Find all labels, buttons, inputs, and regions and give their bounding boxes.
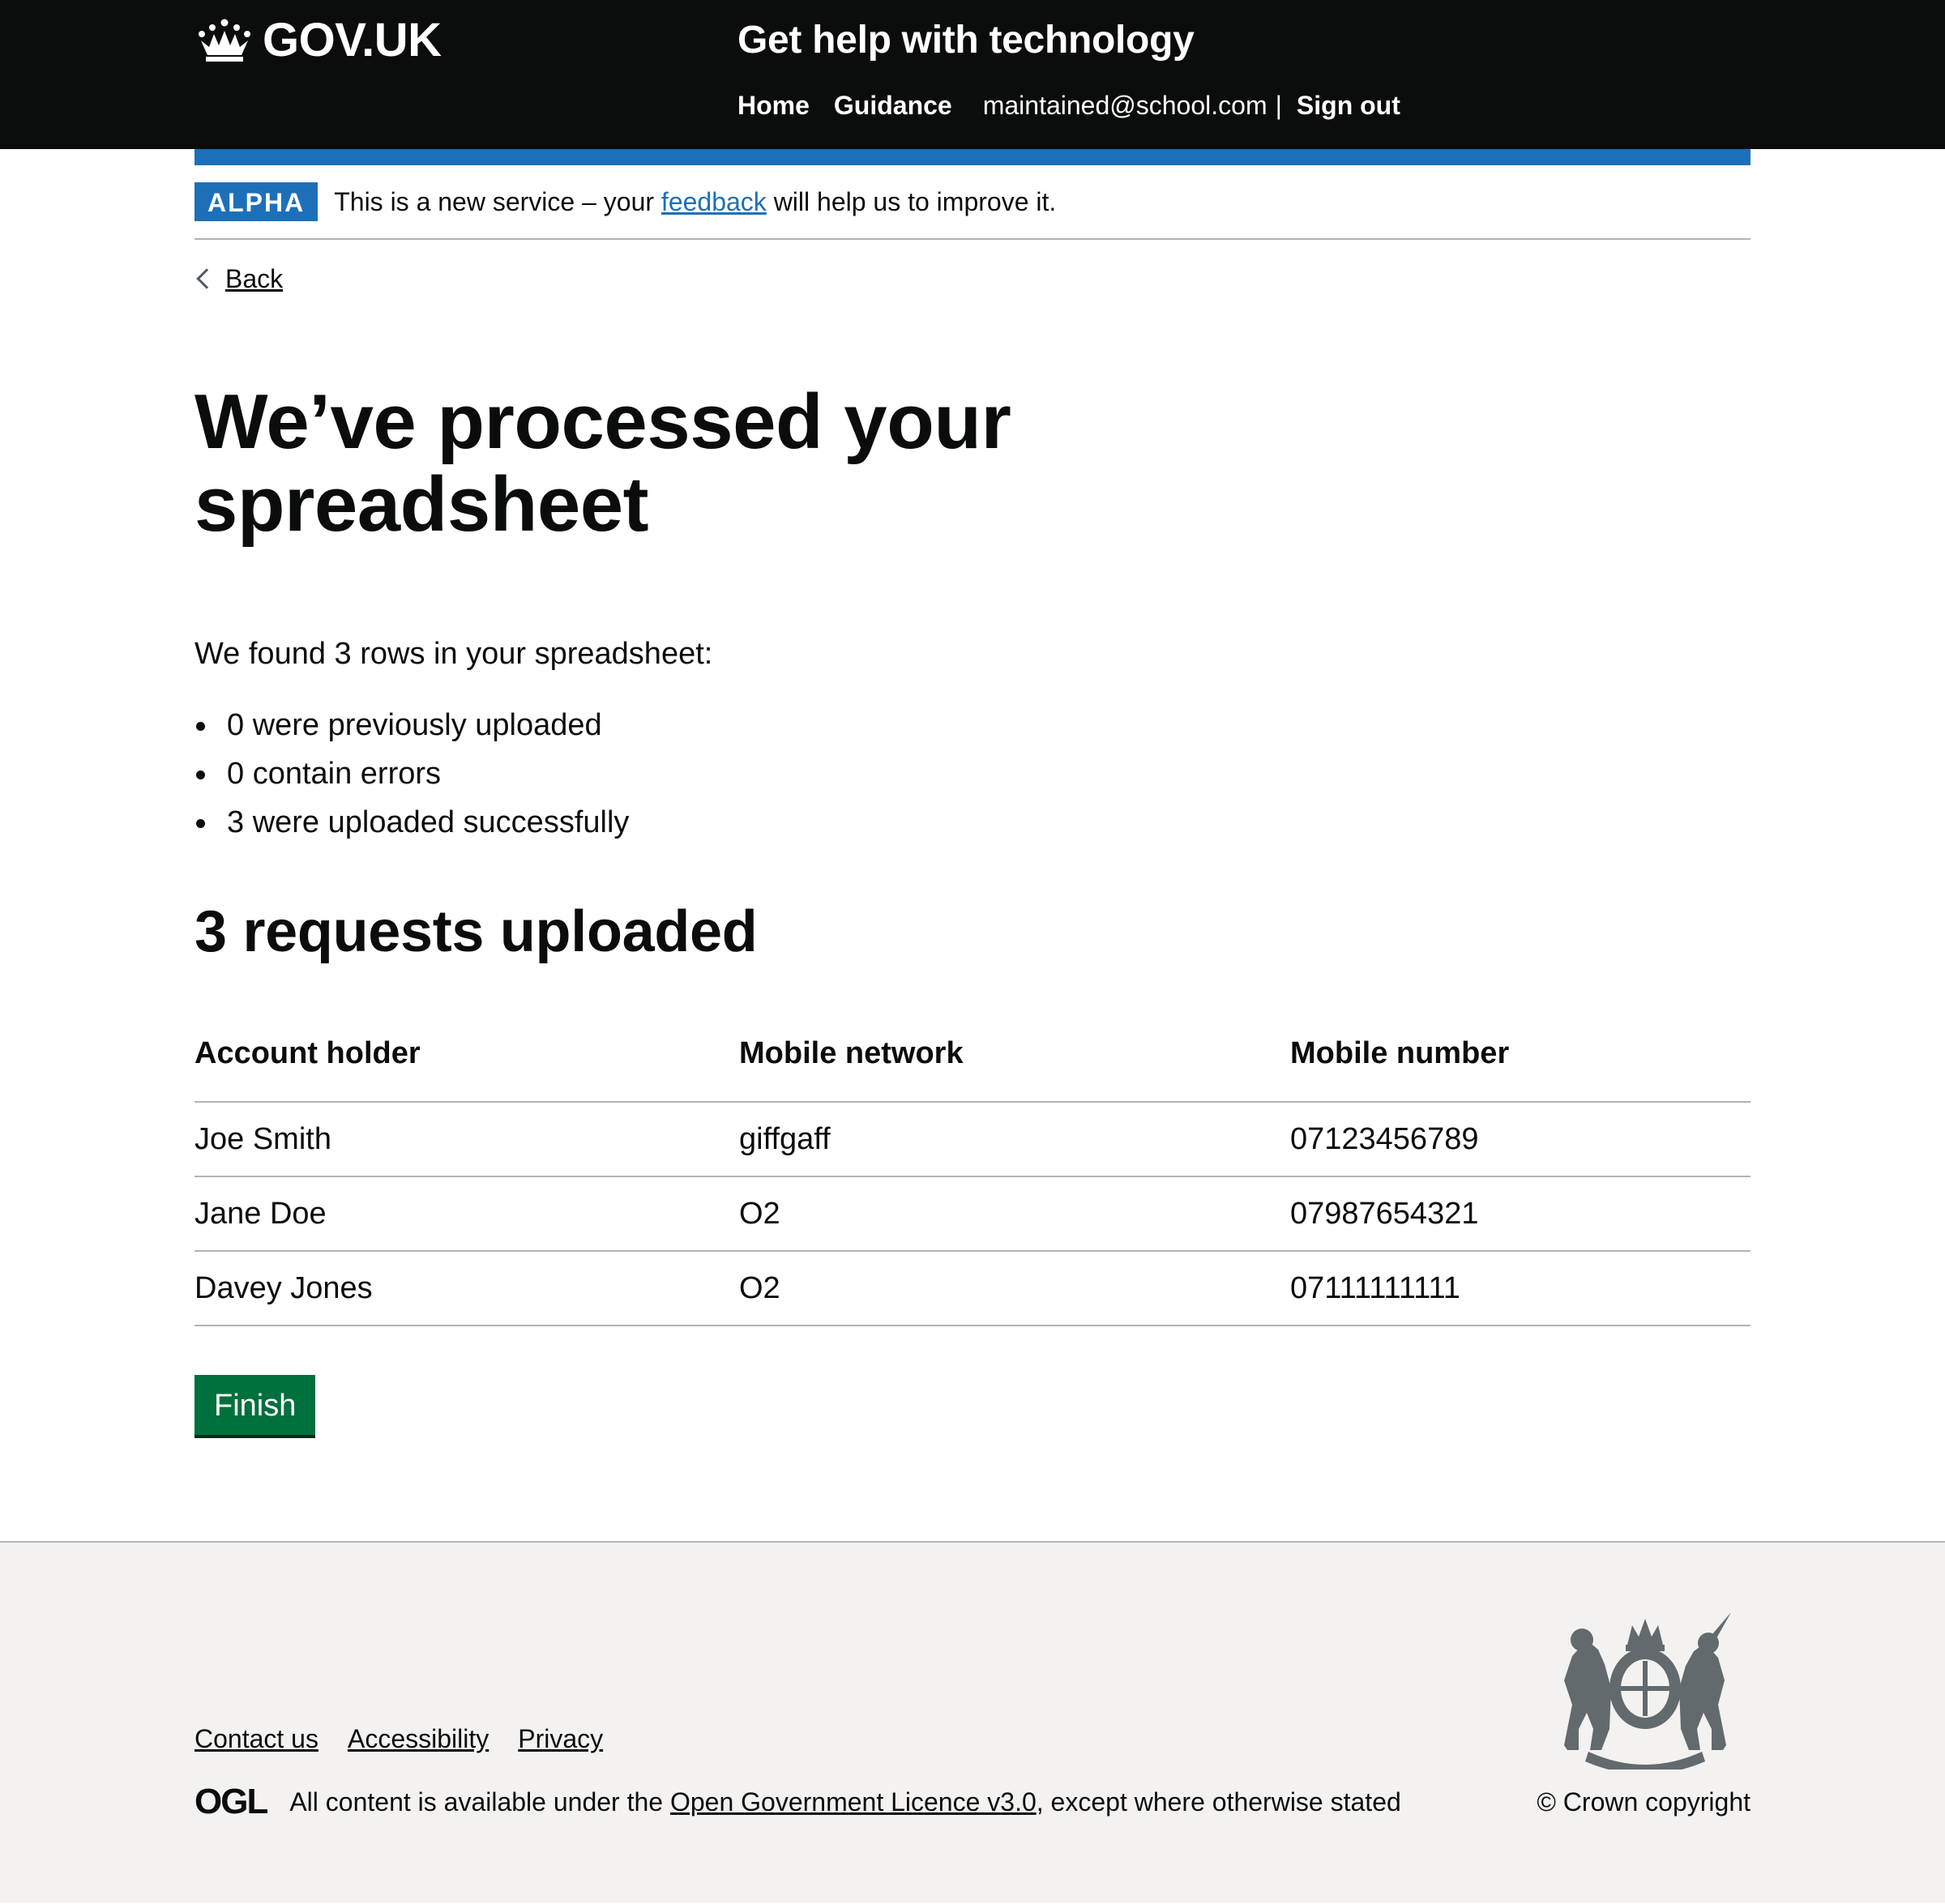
user-email: maintained@school.com [982,91,1267,120]
requests-heading: 3 requests uploaded [194,899,758,964]
phase-text-after: will help us to improve it. [766,187,1057,216]
table-row: Davey Jones O2 07111111111 [194,1251,1750,1326]
main-content: We’ve processed your spreadsheet We foun… [194,381,1750,1435]
cell-account-holder: Joe Smith [194,1102,739,1177]
cell-mobile-number: 07111111111 [1290,1251,1750,1326]
column-header-mobile-network: Mobile network [739,1027,1290,1103]
licence-text: All content is available under the Open … [289,1786,1400,1818]
phase-tag: ALPHA [194,182,318,221]
footer-link-accessibility[interactable]: Accessibility [348,1723,489,1755]
logo-text: GOV.UK [263,14,442,66]
crown-copyright[interactable]: © Crown copyright [1537,1786,1750,1818]
cell-mobile-network: O2 [739,1251,1290,1326]
column-header-account-holder: Account holder [194,1027,739,1103]
feedback-link[interactable]: feedback [661,187,767,216]
nav-separator: | [1275,91,1282,120]
table-row: Jane Doe O2 07987654321 [194,1176,1750,1252]
nav-guidance-link[interactable]: Guidance [834,89,952,122]
footer-link-privacy[interactable]: Privacy [518,1723,603,1755]
govuk-logo-link[interactable]: GOV.UK [194,14,442,66]
licence-text-after: , except where otherwise stated [1036,1787,1401,1816]
cell-mobile-network: O2 [739,1176,1290,1252]
table-header-row: Account holder Mobile network Mobile num… [194,1027,1750,1103]
back-link[interactable]: Back [225,263,283,295]
nav-home-link[interactable]: Home [737,89,810,122]
sign-out-link[interactable]: Sign out [1297,89,1400,122]
finish-button[interactable]: Finish [194,1375,316,1435]
crown-icon [199,19,250,62]
cell-mobile-number: 07987654321 [1290,1176,1750,1252]
column-header-mobile-number: Mobile number [1290,1027,1750,1103]
page-title: We’ve processed your spreadsheet [194,378,1011,548]
site-header: GOV.UK Get help with technology Home Gui… [0,0,1945,149]
list-item: 0 contain errors [194,753,1750,794]
royal-coat-of-arms-icon [1564,1612,1731,1770]
table-row: Joe Smith giffgaff 07123456789 [194,1102,1750,1177]
licence-statement: OGL All content is available under the O… [194,1782,1401,1821]
lead-text: We found 3 rows in your spreadsheet: [194,637,713,671]
requests-table: Account holder Mobile network Mobile num… [194,1027,1750,1326]
cell-account-holder: Jane Doe [194,1176,739,1252]
cell-mobile-network: giffgaff [739,1102,1290,1177]
cell-mobile-number: 07123456789 [1290,1102,1750,1177]
header-navigation: Home Guidance maintained@school.com | Si… [737,89,1400,122]
phase-banner-text: This is a new service – your feedback wi… [334,186,1056,218]
phase-text-before: This is a new service – your [334,187,661,216]
open-government-licence-link[interactable]: Open Government Licence v3.0 [670,1787,1037,1816]
list-item: 0 were previously uploaded [194,705,1750,745]
licence-text-before: All content is available under the [289,1787,670,1816]
summary-list: 0 were previously uploaded 0 contain err… [194,705,1750,843]
footer-link-contact-us[interactable]: Contact us [194,1723,318,1755]
phase-banner: ALPHA This is a new service – your feedb… [194,165,1750,240]
ogl-logo-icon: OGL [194,1782,268,1821]
back-link-container: Back [194,263,283,295]
header-blue-bar [194,149,1750,165]
header-container: GOV.UK Get help with technology Home Gui… [194,0,1750,149]
footer-container: Contact us Accessibility Privacy OGL All… [194,1543,1750,1904]
footer-links: Contact us Accessibility Privacy [194,1723,632,1755]
list-item: 3 were uploaded successfully [194,802,1750,843]
site-footer: Contact us Accessibility Privacy OGL All… [0,1541,1945,1902]
chevron-left-icon [196,268,217,289]
service-name[interactable]: Get help with technology [737,16,1195,65]
cell-account-holder: Davey Jones [194,1251,739,1326]
